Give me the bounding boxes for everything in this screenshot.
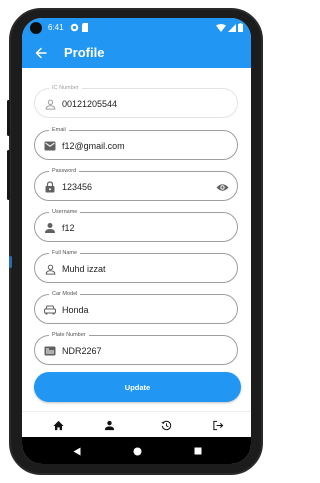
email-input[interactable] xyxy=(62,140,212,152)
square-recents-icon xyxy=(194,447,202,455)
back-button[interactable] xyxy=(32,44,50,62)
system-back-button[interactable] xyxy=(72,446,82,456)
full-name-label: Full Name xyxy=(49,249,81,257)
wifi-icon xyxy=(216,23,226,32)
car-model-label: Car Model xyxy=(49,290,81,298)
status-system-icons xyxy=(216,23,243,32)
password-label: Password xyxy=(49,167,80,175)
frame-side-marker xyxy=(9,256,12,268)
full-name-field[interactable]: Full Name xyxy=(34,249,238,283)
username-input[interactable] xyxy=(62,222,212,234)
full-name-input[interactable] xyxy=(62,263,212,275)
system-navigation-bar xyxy=(22,437,251,464)
person-outline-icon xyxy=(43,262,57,276)
toggle-password-visibility-button[interactable] xyxy=(215,180,229,194)
logout-icon xyxy=(213,420,224,430)
person-filled-icon xyxy=(43,221,57,235)
home-icon xyxy=(52,420,64,430)
signal-icon xyxy=(228,23,236,32)
update-button[interactable]: Update xyxy=(34,372,241,402)
username-field[interactable]: Username xyxy=(34,208,238,242)
app-notification-icon xyxy=(70,23,79,32)
history-icon xyxy=(160,420,171,430)
password-field[interactable]: Password xyxy=(34,167,238,201)
plate-number-field[interactable]: Plate Number xyxy=(34,331,238,365)
bottom-navigation xyxy=(22,411,251,437)
nav-home[interactable] xyxy=(50,417,66,433)
status-notification-icons xyxy=(70,23,89,32)
password-input[interactable] xyxy=(62,181,212,193)
username-label: Username xyxy=(49,208,81,216)
status-bar: 6:41 xyxy=(22,18,251,38)
system-home-button[interactable] xyxy=(132,446,142,456)
lock-icon xyxy=(43,180,57,194)
ic-number-label: IC Number xyxy=(49,84,82,92)
page-title: Profile xyxy=(64,45,105,60)
front-camera xyxy=(30,22,42,34)
nav-history[interactable] xyxy=(158,417,174,433)
car-model-input[interactable] xyxy=(62,304,212,316)
power-button xyxy=(7,100,10,136)
person-outline-icon xyxy=(43,97,57,111)
volume-button xyxy=(7,150,10,200)
car-icon xyxy=(43,303,57,317)
system-recents-button[interactable] xyxy=(193,446,203,456)
email-field[interactable]: Email xyxy=(34,126,238,160)
battery-icon xyxy=(238,23,243,32)
ic-number-field[interactable]: IC Number xyxy=(34,84,238,118)
email-label: Email xyxy=(49,126,69,134)
arrow-back-icon xyxy=(35,47,47,59)
person-icon xyxy=(104,420,114,430)
card-icon xyxy=(43,344,57,358)
nav-profile[interactable] xyxy=(101,417,117,433)
triangle-back-icon xyxy=(73,447,81,455)
email-icon xyxy=(43,139,57,153)
status-time: 6:41 xyxy=(48,23,64,32)
nav-logout[interactable] xyxy=(210,417,226,433)
app-screen: 6:41 Profile IC Number 00121205544 Email… xyxy=(22,18,251,464)
ic-number-input[interactable] xyxy=(62,98,212,110)
car-model-field[interactable]: Car Model xyxy=(34,290,238,324)
plate-number-label: Plate Number xyxy=(49,331,89,339)
eye-icon xyxy=(216,183,228,191)
app-bar: Profile xyxy=(22,38,251,68)
circle-home-icon xyxy=(133,447,141,455)
sd-card-icon xyxy=(82,23,88,32)
plate-number-input[interactable] xyxy=(62,345,212,357)
